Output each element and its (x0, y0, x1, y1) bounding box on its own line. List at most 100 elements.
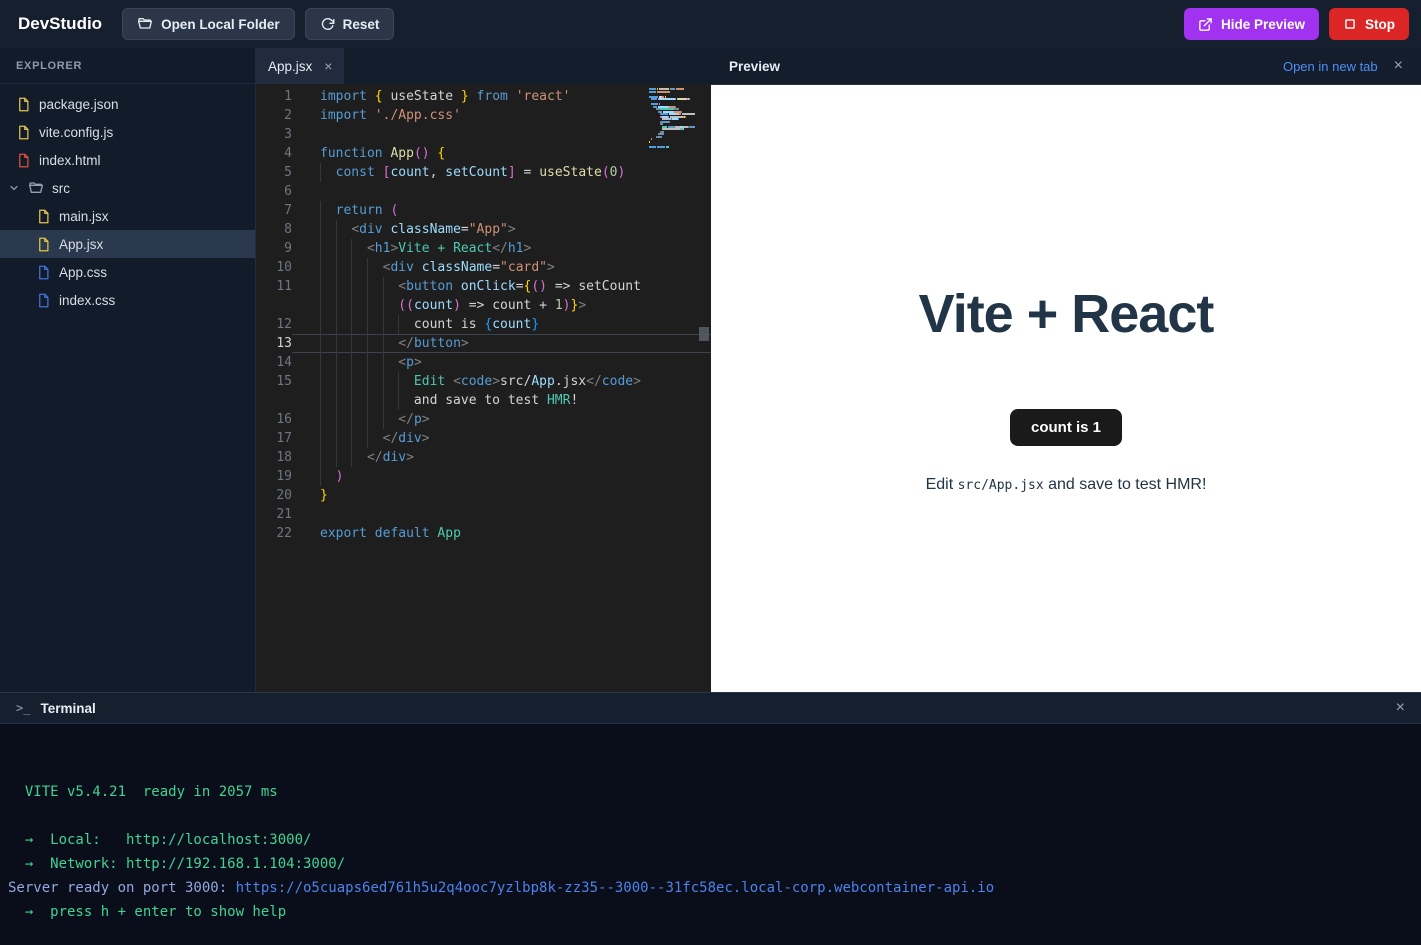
main-area: EXPLORER package.json vite.config.js index… (0, 48, 1421, 692)
indent-guide (336, 315, 337, 334)
code-line-3[interactable]: 3 (256, 125, 711, 144)
file-item-main-jsx[interactable]: main.jsx (0, 202, 255, 230)
tab-close-icon[interactable]: × (324, 58, 332, 74)
indent-guide (383, 315, 384, 334)
code-line-9[interactable]: 9 <h1>Vite + React</h1> (256, 239, 711, 258)
file-icon (36, 293, 51, 308)
terminal-line (8, 756, 1413, 780)
count-button[interactable]: count is 1 (1010, 409, 1122, 446)
code-text: </p> (292, 410, 711, 429)
file-name: vite.config.js (39, 125, 113, 140)
file-item-package-json[interactable]: package.json (0, 90, 255, 118)
editor-minimap[interactable] (649, 88, 695, 148)
folder-open-icon (137, 16, 153, 32)
code-line-15-wrap[interactable]: and save to test HMR! (256, 391, 711, 410)
line-number: 19 (256, 467, 292, 486)
hide-preview-button[interactable]: Hide Preview (1184, 8, 1319, 40)
code-line-12[interactable]: 12 count is {count} (256, 315, 711, 334)
indent-guide (398, 315, 399, 334)
code-editor[interactable]: 1import { useState } from 'react'2import… (256, 84, 711, 692)
indent-guide (351, 296, 352, 315)
code-line-7[interactable]: 7 return ( (256, 201, 711, 220)
file-item-vite-config-js[interactable]: vite.config.js (0, 118, 255, 146)
indent-guide (351, 315, 352, 334)
open-local-folder-button[interactable]: Open Local Folder (122, 8, 295, 40)
indent-guide (398, 391, 399, 410)
indent-guide (351, 277, 352, 296)
open-in-new-tab-link[interactable]: Open in new tab (1283, 59, 1378, 74)
line-number (256, 296, 292, 315)
code-line-13[interactable]: 13 </button> (256, 334, 711, 353)
terminal-line: Server ready on port 3000: https://o5cua… (8, 876, 1413, 900)
code-line-1[interactable]: 1import { useState } from 'react' (256, 87, 711, 106)
code-line-8[interactable]: 8 <div className="App"> (256, 220, 711, 239)
indent-guide (398, 372, 399, 391)
code-line-14[interactable]: 14 <p> (256, 353, 711, 372)
indent-guide (383, 391, 384, 410)
terminal-line: → press h + enter to show help (8, 900, 1413, 924)
reset-button[interactable]: Reset (305, 8, 395, 40)
stop-label: Stop (1365, 17, 1395, 32)
indent-guide (320, 410, 321, 429)
indent-guide (320, 315, 321, 334)
code-line-5[interactable]: 5 const [count, setCount] = useState(0) (256, 163, 711, 182)
code-line-11[interactable]: 11 <button onClick={() => setCount (256, 277, 711, 296)
line-number: 12 (256, 315, 292, 334)
file-tree: package.json vite.config.js index.htmlsrcm… (0, 84, 255, 314)
code-line-18[interactable]: 18 </div> (256, 448, 711, 467)
line-number: 8 (256, 220, 292, 239)
code-line-2[interactable]: 2import './App.css' (256, 106, 711, 125)
terminal-header: >_ Terminal × (0, 693, 1421, 724)
tab-app-jsx[interactable]: App.jsx × (256, 48, 344, 84)
hide-preview-label: Hide Preview (1221, 17, 1305, 32)
code-line-4[interactable]: 4function App() { (256, 144, 711, 163)
code-line-20[interactable]: 20} (256, 486, 711, 505)
indent-guide (383, 296, 384, 315)
code-line-21[interactable]: 21 (256, 505, 711, 524)
file-item-App-css[interactable]: App.css (0, 258, 255, 286)
code-line-19[interactable]: 19 ) (256, 467, 711, 486)
open-local-folder-label: Open Local Folder (161, 17, 280, 32)
stop-button[interactable]: Stop (1329, 8, 1409, 40)
indent-guide (351, 334, 352, 353)
folder-item-src[interactable]: src (0, 174, 255, 202)
indent-guide (320, 448, 321, 467)
code-text: ((count) => count + 1)}> (292, 296, 711, 315)
indent-guide (336, 410, 337, 429)
code-text: </div> (292, 448, 711, 467)
file-item-App-jsx[interactable]: App.jsx (0, 230, 255, 258)
terminal-output[interactable]: VITE v5.4.21 ready in 2057 ms → Local: h… (0, 724, 1421, 945)
indent-guide (320, 391, 321, 410)
indent-guide (320, 277, 321, 296)
line-number: 2 (256, 106, 292, 125)
indent-guide (320, 296, 321, 315)
code-line-6[interactable]: 6 (256, 182, 711, 201)
line-number: 14 (256, 353, 292, 372)
code-line-10[interactable]: 10 <div className="card"> (256, 258, 711, 277)
code-line-17[interactable]: 17 </div> (256, 429, 711, 448)
file-icon (36, 209, 51, 224)
external-link-icon (1198, 17, 1213, 32)
line-number: 17 (256, 429, 292, 448)
indent-guide (336, 448, 337, 467)
file-item-index-html[interactable]: index.html (0, 146, 255, 174)
code-line-15[interactable]: 15 Edit <code>src/App.jsx</code> (256, 372, 711, 391)
code-line-11-wrap[interactable]: ((count) => count + 1)}> (256, 296, 711, 315)
code-line-16[interactable]: 16 </p> (256, 410, 711, 429)
editor-scrollbar-thumb[interactable] (699, 327, 709, 341)
indent-guide (320, 258, 321, 277)
preview-close-icon[interactable]: × (1394, 57, 1403, 75)
indent-guide (383, 372, 384, 391)
code-text: </button> (292, 334, 711, 353)
indent-guide (336, 220, 337, 239)
file-icon (36, 237, 51, 252)
explorer-header: EXPLORER (0, 48, 255, 84)
indent-guide (351, 258, 352, 277)
editor-tab-bar: App.jsx × (256, 48, 711, 84)
code-line-22[interactable]: 22export default App (256, 524, 711, 543)
indent-guide (351, 448, 352, 467)
indent-guide (320, 353, 321, 372)
indent-guide (351, 391, 352, 410)
terminal-close-icon[interactable]: × (1396, 699, 1405, 717)
file-item-index-css[interactable]: index.css (0, 286, 255, 314)
